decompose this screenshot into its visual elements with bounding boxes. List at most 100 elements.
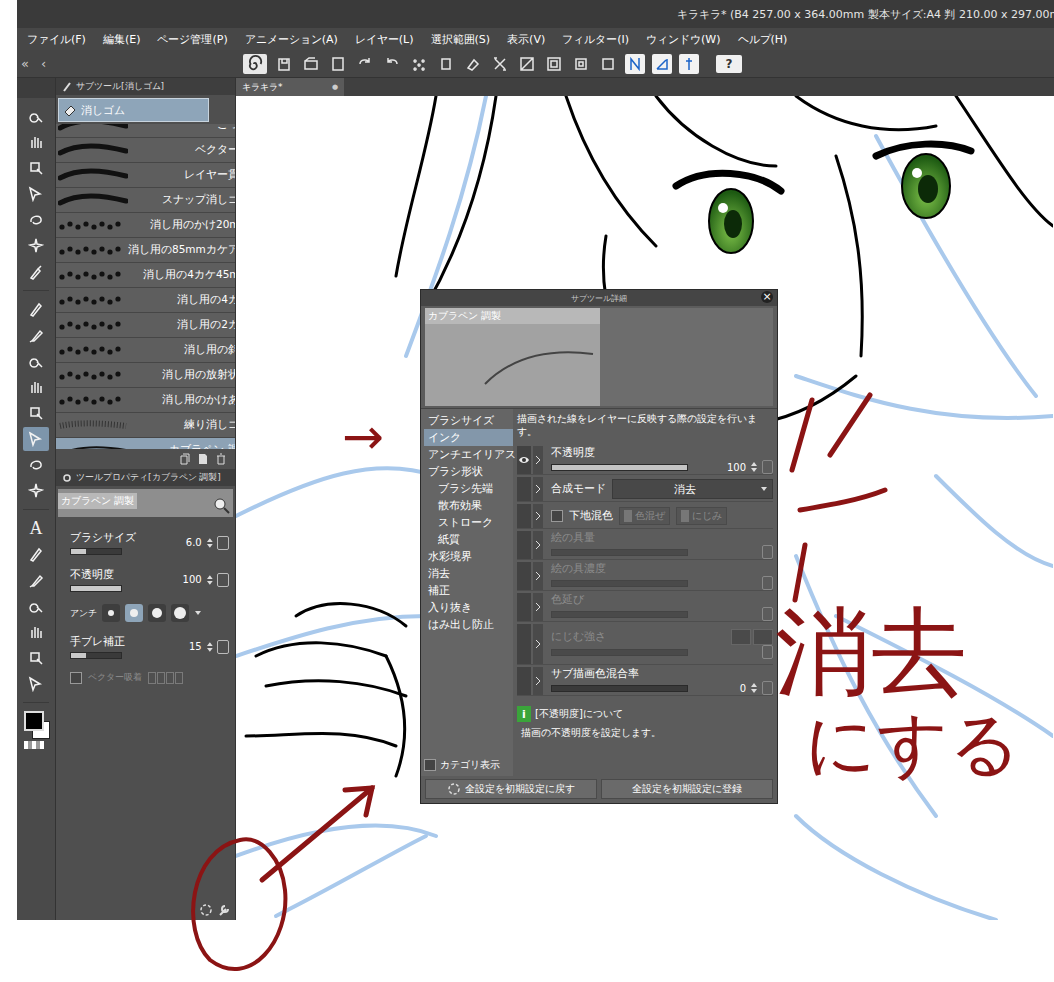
expand-toggle[interactable] — [533, 593, 543, 621]
command-button[interactable] — [355, 54, 375, 74]
category-item[interactable]: ストローク — [424, 514, 513, 531]
dropdown-icon[interactable] — [194, 609, 202, 617]
property-value[interactable]: 100 — [180, 574, 202, 585]
subtool-item[interactable]: レイヤー貫通 — [56, 163, 235, 188]
tool-button[interactable] — [23, 297, 49, 321]
antialias-option[interactable] — [102, 604, 120, 622]
command-button[interactable] — [328, 54, 348, 74]
expand-toggle[interactable] — [533, 562, 543, 590]
tool-button[interactable] — [23, 375, 49, 399]
subtool-item[interactable]: 消し用の斜線 — [56, 338, 235, 363]
dialog-title-bar[interactable]: サブツール詳細 × — [421, 290, 777, 306]
panel-nav-button[interactable]: « — [21, 56, 29, 71]
tool-button[interactable] — [23, 260, 49, 284]
category-item[interactable]: ブラシサイズ — [424, 412, 513, 429]
new-icon[interactable] — [197, 453, 209, 465]
category-item[interactable]: インク — [424, 429, 513, 446]
magnifier-icon[interactable] — [213, 497, 231, 515]
app-logo-button[interactable] — [243, 54, 267, 74]
category-item[interactable]: 散布効果 — [424, 497, 513, 514]
subtool-item[interactable]: 消し用の85mmカケアミ — [56, 238, 235, 263]
command-button[interactable] — [625, 54, 645, 74]
canvas-tab[interactable]: キラキラ* ● — [236, 78, 344, 96]
pressure-toggle[interactable] — [217, 640, 229, 654]
help-button[interactable]: ? — [716, 55, 742, 73]
setting-value[interactable]: 0 — [740, 683, 746, 694]
tab-close[interactable]: ● — [332, 83, 338, 91]
checkbox[interactable] — [551, 510, 563, 522]
blend-mode-select[interactable]: 消去 — [612, 479, 773, 499]
menu-item[interactable]: 選択範囲(S) — [431, 32, 491, 47]
tool-button[interactable] — [23, 646, 49, 670]
tool-button[interactable] — [23, 479, 49, 503]
command-button[interactable] — [382, 54, 402, 74]
mode-button[interactable] — [753, 629, 773, 645]
property-value[interactable]: 6.0 — [180, 537, 202, 548]
dialog-button[interactable]: 全設定を初期設定に登録 — [601, 779, 773, 799]
command-button[interactable] — [544, 54, 564, 74]
property-slider[interactable] — [70, 585, 122, 592]
expand-toggle[interactable] — [533, 624, 543, 664]
subtool-item[interactable]: スナップ消しゴム — [56, 188, 235, 213]
tool-button[interactable] — [23, 427, 49, 451]
menu-item[interactable]: ファイル(F) — [27, 32, 86, 47]
tool-button[interactable] — [23, 130, 49, 154]
antialias-option[interactable] — [148, 604, 166, 622]
command-button[interactable] — [652, 54, 672, 74]
panel-nav-button[interactable]: ‹ — [41, 56, 46, 71]
property-slider[interactable] — [70, 548, 122, 555]
category-item[interactable]: 紙質 — [424, 531, 513, 548]
category-item[interactable]: 水彩境界 — [424, 548, 513, 565]
close-button[interactable]: × — [761, 291, 773, 303]
setting-slider[interactable] — [551, 685, 688, 692]
copy-icon[interactable] — [179, 453, 191, 465]
tool-button[interactable] — [23, 323, 49, 347]
setting-box[interactable] — [762, 607, 773, 621]
visibility-toggle[interactable] — [517, 667, 531, 695]
tool-button[interactable] — [23, 453, 49, 477]
command-button[interactable] — [436, 54, 456, 74]
subtool-item[interactable]: 消し用のかけあみ — [56, 388, 235, 413]
command-button[interactable] — [490, 54, 510, 74]
visibility-toggle[interactable] — [517, 504, 531, 528]
menu-item[interactable]: ヘルプ(H) — [738, 32, 788, 47]
subtool-item[interactable]: 消し用の放射状線 — [56, 363, 235, 388]
category-item[interactable]: 補正 — [424, 582, 513, 599]
visibility-toggle[interactable] — [517, 624, 531, 664]
spinner-icon[interactable] — [750, 681, 758, 695]
expand-toggle[interactable] — [533, 446, 543, 474]
tool-button[interactable] — [23, 594, 49, 618]
spinner-icon[interactable] — [206, 640, 214, 654]
category-item[interactable]: ブラシ先端 — [424, 480, 513, 497]
subtool-item[interactable]: 消し用のかけ20mm — [56, 213, 235, 238]
category-item[interactable]: アンチエイリアス — [424, 446, 513, 463]
visibility-toggle[interactable] — [517, 531, 531, 559]
setting-box[interactable] — [762, 576, 773, 590]
tool-button[interactable]: A — [23, 516, 49, 540]
property-value[interactable]: 15 — [180, 641, 202, 652]
pressure-toggle[interactable] — [217, 573, 229, 587]
subtool-item[interactable]: 消し用の4カケ — [56, 288, 235, 313]
property-slider[interactable] — [70, 652, 122, 659]
main-color[interactable] — [24, 711, 44, 731]
wrench-icon[interactable] — [217, 903, 231, 917]
category-item[interactable]: 入り抜き — [424, 599, 513, 616]
menu-item[interactable]: 表示(V) — [507, 32, 545, 47]
menu-item[interactable]: アニメーション(A) — [245, 32, 338, 47]
tool-button[interactable] — [23, 542, 49, 566]
setting-slider[interactable] — [551, 464, 688, 471]
menu-item[interactable]: フィルター(I) — [562, 32, 629, 47]
command-button[interactable] — [679, 54, 699, 74]
subtool-item[interactable]: ベクター用 — [56, 138, 235, 163]
pressure-toggle[interactable] — [217, 536, 229, 550]
tool-button[interactable] — [23, 234, 49, 258]
category-item[interactable]: 消去 — [424, 565, 513, 582]
antialias-option[interactable] — [125, 604, 143, 622]
mode-button[interactable] — [731, 629, 751, 645]
subtool-item[interactable]: カブラペン 調製 — [56, 438, 235, 449]
category-display-toggle[interactable]: カテゴリ表示 — [424, 758, 513, 772]
command-button[interactable] — [463, 54, 483, 74]
reset-icon[interactable] — [199, 903, 213, 917]
tool-button[interactable] — [23, 401, 49, 425]
tool-button[interactable] — [23, 620, 49, 644]
